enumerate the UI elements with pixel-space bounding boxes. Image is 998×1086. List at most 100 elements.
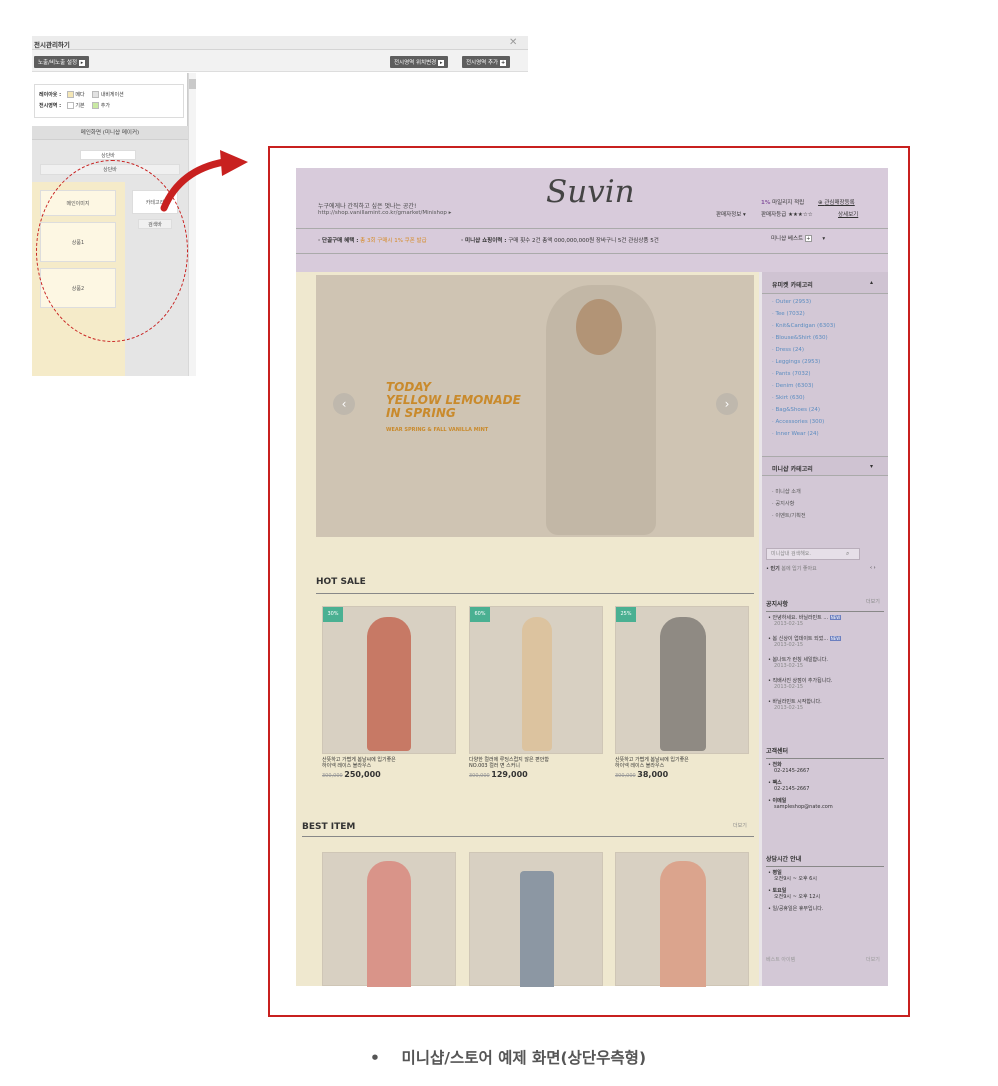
favorite-label: 관심매장등록: [824, 200, 855, 206]
product-name-2: 하이넥 레이스 블라우스: [322, 762, 372, 769]
category-item[interactable]: · Leggings (2953): [772, 356, 835, 368]
category-item[interactable]: · Accessories (300): [772, 416, 835, 428]
notice-date: 2013-02-15: [774, 704, 804, 711]
top-bar-block[interactable]: 상단바: [80, 150, 136, 160]
best-item-1[interactable]: [322, 852, 456, 987]
hours-item: • 일/공휴일은 휴무입니다.: [768, 906, 824, 912]
category-label: Denim (6303): [775, 383, 814, 389]
history-text: 구매 횟수 2건 총액 000,000,000원 장바구니 5건 관심상품 5건: [508, 238, 659, 244]
best-item-2[interactable]: [469, 852, 603, 987]
product-card-1-info[interactable]: 산뜻하고 가볍게 봄날씨에 입기좋은 하이넥 레이스 블라우스 300,000 …: [322, 757, 456, 780]
header-divider: [296, 228, 888, 229]
mini-category-header[interactable]: 미니샵 카테고리 ▾: [762, 456, 888, 476]
detail-link[interactable]: 상세보기: [838, 210, 858, 218]
price: 129,000: [491, 770, 528, 779]
add-area-button[interactable]: 전시영역 추가 +: [462, 56, 511, 68]
shopping-history: · 미니샵 쇼핑이력 : 구매 횟수 2건 총액 000,000,000원 장바…: [461, 236, 659, 244]
search-placeholder: 미니샵내 검색해요.: [771, 551, 811, 557]
notice-item[interactable]: • 직배사진 상점이 추가됩니다. 2013-02-15: [768, 678, 884, 700]
cs-value: sampleshop@nate.com: [774, 803, 833, 810]
close-icon[interactable]: ✕: [509, 37, 517, 48]
category-item[interactable]: · Dress (24): [772, 344, 835, 356]
product-figure: [660, 861, 706, 987]
chevron-right-icon[interactable]: ›: [716, 393, 738, 415]
category-label: Skirt (630): [775, 395, 805, 401]
best-item-3[interactable]: [615, 852, 749, 987]
category-item[interactable]: · Pants (7032): [772, 368, 835, 380]
vertical-scrollbar[interactable]: [188, 73, 196, 376]
product-name-2: NO.003 컬러 면 스커니: [469, 762, 520, 769]
chevron-left-icon[interactable]: ‹: [333, 393, 355, 415]
mini-category-item[interactable]: · 공지사항: [772, 498, 806, 510]
popular-keyword[interactable]: • 인기 봄에 입기 좋아요: [766, 566, 817, 573]
mini-category-list: · 미니샵 소개 · 공지사항 · 이벤트/기획전: [772, 486, 806, 522]
scrollbar-thumb[interactable]: [189, 79, 196, 89]
best-item-more-link[interactable]: 더보기: [733, 823, 747, 830]
shop-main-content: TODAY YELLOW LEMONADE IN SPRING WEAR SPR…: [296, 272, 759, 987]
category-item[interactable]: · Skirt (630): [772, 392, 835, 404]
category-item[interactable]: · Bag&Shoes (24): [772, 404, 835, 416]
notice-more-link[interactable]: 더보기: [866, 599, 880, 606]
old-price: 300,000: [469, 773, 490, 779]
product-figure: [660, 617, 706, 751]
visibility-setting-button[interactable]: 노출/비노출 설정 ▸: [34, 56, 90, 68]
best-item-title: BEST ITEM: [302, 822, 356, 832]
favorite-shop-link[interactable]: ⊕ 관심매장등록: [818, 198, 855, 206]
notice-list: • 안녕하세요. 바닐라민트 ... NEW 2013-02-15 • 봄 신상이…: [768, 615, 884, 721]
legend-layout-opt1: 메다: [75, 92, 85, 98]
mini-category-item[interactable]: · 미니샵 소개: [772, 486, 806, 498]
best-item-divider: [302, 836, 754, 837]
popular-pager[interactable]: ‹ ›: [870, 565, 876, 572]
notice-date: 2013-02-15: [774, 662, 804, 669]
category-item[interactable]: · Denim (6303): [772, 380, 835, 392]
new-badge: NEW: [829, 636, 842, 641]
chevron-up-icon: ▴: [870, 279, 874, 286]
product-card-3-info[interactable]: 산뜻하고 가볍게 봄날씨에 입기좋은 하이넥 레이스 블라우스 300,000 …: [615, 757, 749, 780]
search-icon[interactable]: ⌕: [846, 551, 849, 557]
notice-item[interactable]: • 바닐라민트 시작합니다. 2013-02-15: [768, 699, 884, 721]
mini-category-item[interactable]: · 이벤트/기획전: [772, 510, 806, 522]
cs-divider: [766, 758, 884, 759]
seller-info-link[interactable]: 판매자정보 ▾: [716, 210, 746, 218]
mileage-label: 마일리지 적립: [772, 200, 805, 206]
mileage-info: 1% 마일리지 적립: [761, 198, 804, 206]
shop-logo[interactable]: Suvin: [546, 174, 635, 210]
product-card-2-info[interactable]: 다양한 컬러에 루딩스럽지 않은 편안함 NO.003 컬러 면 스커니 300…: [469, 757, 603, 780]
notice-date: 2013-02-15: [774, 620, 804, 627]
hours-key: 일/공휴일은 휴무입니다.: [772, 906, 824, 912]
mileage-pct: 1%: [761, 200, 771, 206]
product-card-2-image[interactable]: 60%: [469, 606, 603, 754]
admin-titlebar: 전시관리하기 ✕: [32, 36, 528, 50]
legend-area-opt2: 추가: [100, 103, 110, 109]
category-item[interactable]: · Knit&Cardigan (6303): [772, 320, 835, 332]
best-item-side-title: 베스트 아이템: [766, 957, 796, 963]
mini-category-label: 이벤트/기획전: [775, 513, 806, 519]
minishop-best-menu[interactable]: 미니샵 베스트 + ▾: [771, 234, 825, 242]
hero-banner[interactable]: TODAY YELLOW LEMONADE IN SPRING WEAR SPR…: [316, 275, 754, 537]
hours-value: 오전9시 ~ 오후 12시: [774, 893, 821, 900]
category-item[interactable]: · Tee (7032): [772, 308, 835, 320]
history-label: · 미니샵 쇼핑이력 :: [461, 238, 507, 244]
product-card-1-image[interactable]: 30%: [322, 606, 456, 754]
mini-category-label: 공지사항: [775, 501, 795, 507]
category-item[interactable]: · Blouse&Shirt (630): [772, 332, 835, 344]
category-label: Inner Wear (24): [775, 431, 819, 437]
category-title: 유미켓 카테고리: [772, 282, 813, 289]
notice-title: 공지사항: [766, 601, 789, 608]
new-badge: NEW: [829, 615, 842, 620]
product-card-3-image[interactable]: 25%: [615, 606, 749, 754]
category-item[interactable]: · Outer (2953): [772, 296, 835, 308]
category-item[interactable]: · Inner Wear (24): [772, 428, 835, 440]
swatch-grey: [92, 91, 100, 98]
shop-url[interactable]: http://shop.vanillamint.co.kr/gmarket/Mi…: [318, 210, 451, 216]
best-item-side-more[interactable]: 더보기: [866, 957, 880, 964]
category-header[interactable]: 유미켓 카테고리 ▴: [762, 272, 888, 294]
price: 250,000: [344, 770, 381, 779]
edit-area-position-button[interactable]: 전시영역 위치변경 ▸: [390, 56, 449, 68]
shop-slogan: 누구에게나 간직하고 싶은 멋나는 공간!: [318, 203, 417, 210]
notice-item[interactable]: • 안녕하세요. 바닐라민트 ... NEW 2013-02-15: [768, 615, 884, 637]
notice-item[interactable]: • 봄 신상이 업데이트 되었... NEW 2013-02-15: [768, 636, 884, 658]
best-menu-label: 미니샵 베스트: [771, 236, 804, 242]
notice-item[interactable]: • 봄나트가 런칭 세일합니다. 2013-02-15: [768, 657, 884, 679]
hours-title: 상담시간 안내: [766, 856, 802, 863]
